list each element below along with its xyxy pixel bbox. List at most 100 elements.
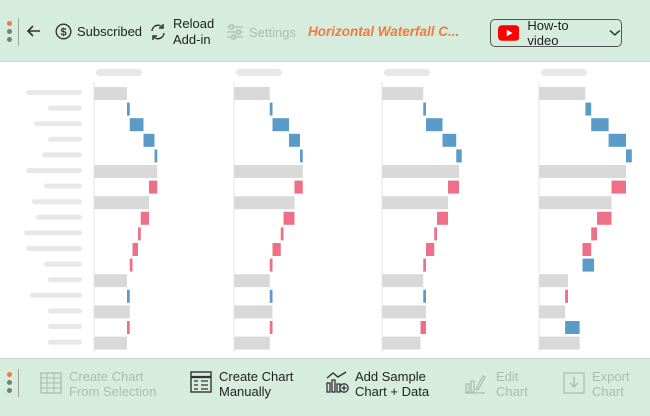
export-chart-button[interactable]: Export Chart	[563, 368, 643, 402]
chart-preview-area	[0, 62, 650, 358]
waterfall-total-bar	[234, 336, 270, 350]
waterfall-total-bar	[539, 87, 586, 100]
add-in-title[interactable]: Horizontal Waterfall C...	[308, 24, 459, 39]
waterfall-increase-bar	[300, 149, 303, 163]
edit-chart-button[interactable]: Edit Chart	[464, 368, 534, 402]
subscribed-button[interactable]: $ Subscribed	[55, 23, 142, 40]
waterfall-total-bar	[539, 196, 612, 210]
table-list-icon	[190, 371, 212, 393]
waterfall-total-bar	[539, 274, 568, 288]
waterfall-decrease-bar	[294, 180, 303, 194]
category-label-placeholder	[48, 105, 82, 111]
export-chart-label-line2: Chart	[592, 384, 624, 399]
waterfall-total-bar	[382, 305, 426, 319]
waterfall-decrease-bar	[591, 227, 597, 241]
waterfall-increase-bar	[626, 149, 632, 163]
waterfall-decrease-bar	[129, 258, 133, 272]
waterfall-decrease-bar	[283, 211, 295, 225]
waterfall-decrease-bar	[597, 211, 612, 225]
waterfall-total-bar	[539, 165, 626, 178]
waterfall-total-bar	[94, 165, 158, 178]
waterfall-increase-bar	[127, 289, 130, 303]
waterfall-total-bar	[234, 87, 270, 100]
waterfall-total-bar	[382, 196, 448, 210]
add-sample-chart-button[interactable]: Add Sample Chart + Data	[325, 368, 435, 402]
waterfall-increase-bar	[269, 289, 273, 303]
waterfall-decrease-bar	[423, 258, 426, 272]
category-label-placeholder	[30, 292, 82, 298]
waterfall-increase-bar	[426, 118, 443, 132]
waterfall-increase-bar	[608, 133, 626, 147]
arrow-left-icon	[26, 25, 40, 37]
create-chart-manually-button[interactable]: Create Chart Manually	[190, 368, 300, 402]
category-label-placeholder	[24, 230, 82, 236]
bottom-toolbar: Create Chart From Selection Create Chart…	[0, 358, 650, 416]
more-options-icon[interactable]	[7, 372, 13, 393]
waterfall-total-bar	[234, 305, 273, 319]
category-label-placeholder	[26, 246, 82, 251]
svg-text:$: $	[60, 27, 66, 39]
waterfall-decrease-bar	[426, 243, 435, 256]
waterfall-total-bar	[539, 305, 566, 319]
edit-chart-icon	[465, 375, 486, 394]
waterfall-total-bar	[94, 274, 127, 288]
waterfall-total-bar	[539, 336, 580, 350]
waterfall-decrease-bar	[611, 180, 626, 194]
waterfall-increase-bar	[442, 133, 457, 147]
category-label-placeholder	[48, 277, 82, 283]
edit-chart-label-line1: Edit	[496, 369, 519, 384]
category-label-placeholder	[48, 308, 82, 314]
waterfall-total-bar	[382, 87, 424, 100]
subscribed-label: Subscribed	[77, 24, 143, 39]
waterfall-total-bar	[234, 196, 295, 210]
waterfall-increase-bar	[423, 289, 426, 303]
chart-title-placeholder	[384, 69, 430, 76]
category-label-placeholder	[36, 214, 82, 220]
category-label-placeholder	[48, 324, 82, 329]
waterfall-increase-bar	[127, 102, 130, 116]
waterfall-increase-bar	[582, 258, 595, 272]
waterfall-total-bar	[94, 336, 127, 350]
category-label-placeholder	[26, 90, 82, 95]
waterfall-total-bar	[94, 305, 130, 319]
waterfall-increase-bar	[129, 118, 144, 132]
edit-chart-label-line2: Chart	[496, 384, 528, 399]
sliders-icon	[227, 24, 243, 40]
waterfall-decrease-bar	[420, 321, 426, 334]
category-label-placeholder	[48, 339, 82, 345]
waterfall-total-bar	[94, 87, 127, 100]
toolbar-divider	[18, 369, 19, 397]
waterfall-decrease-bar	[149, 180, 158, 194]
waterfall-increase-bar	[143, 133, 155, 147]
export-chart-label-line1: Export	[592, 369, 630, 384]
category-label-placeholder	[48, 136, 82, 142]
waterfall-increase-bar	[272, 118, 289, 132]
reload-label-line1: Reload	[173, 16, 215, 31]
settings-button[interactable]: Settings	[226, 24, 296, 40]
more-options-icon[interactable]	[7, 21, 13, 42]
waterfall-increase-bar	[591, 118, 609, 132]
reload-addin-button[interactable]: Reload Add-in	[148, 16, 214, 48]
waterfall-increase-bar	[269, 102, 273, 116]
category-label-placeholder	[26, 168, 82, 173]
create-chart-from-selection-button[interactable]: Create Chart From Selection	[40, 368, 160, 402]
export-download-icon	[563, 372, 585, 394]
waterfall-increase-bar	[585, 102, 592, 116]
youtube-icon	[498, 25, 520, 41]
reload-icon	[151, 24, 165, 40]
back-button[interactable]	[25, 22, 43, 40]
create-selection-label-line2: From Selection	[69, 384, 157, 399]
waterfall-decrease-bar	[565, 289, 568, 303]
how-to-video-button[interactable]: How-to video	[490, 18, 622, 48]
waterfall-total-bar	[94, 196, 149, 210]
create-manual-label-line2: Manually	[219, 384, 272, 399]
add-sample-label-line1: Add Sample	[355, 369, 426, 384]
waterfall-decrease-bar	[272, 243, 281, 256]
table-grid-icon	[40, 372, 62, 394]
create-selection-label-line1: Create Chart	[69, 369, 144, 384]
waterfall-increase-bar	[456, 149, 462, 163]
chart-title-placeholder	[541, 69, 587, 76]
category-label-placeholder	[44, 183, 82, 189]
chart-title-placeholder	[96, 69, 142, 76]
waterfall-decrease-bar	[269, 258, 273, 272]
